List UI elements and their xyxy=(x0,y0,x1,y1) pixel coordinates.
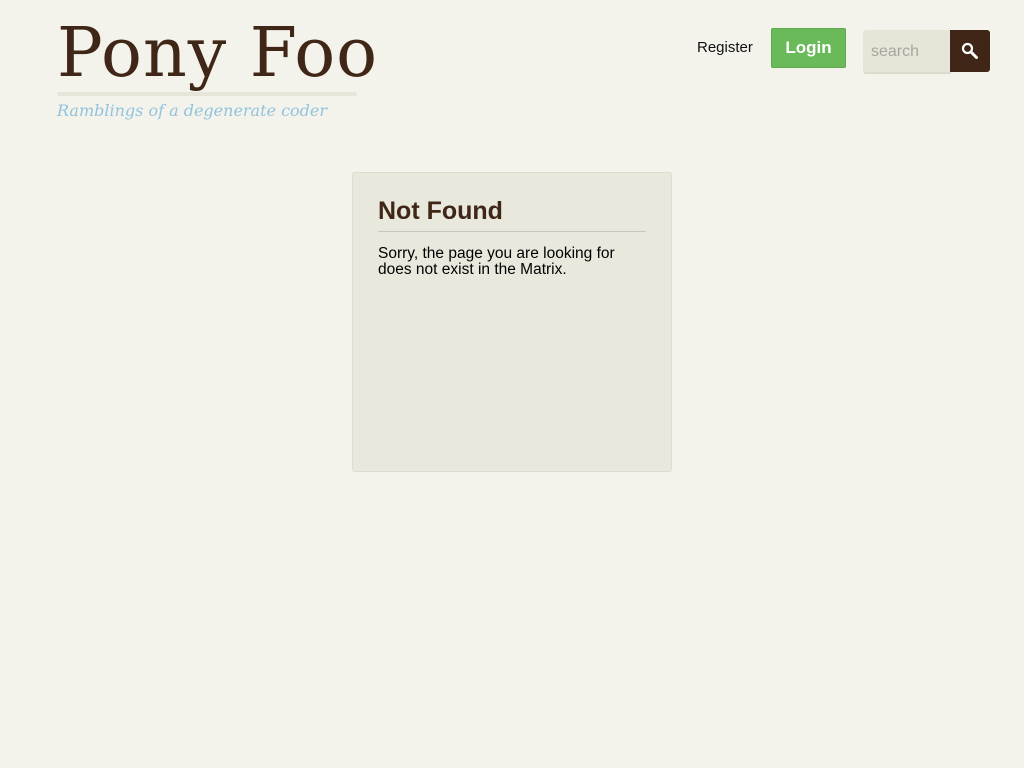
logo-underline xyxy=(57,92,357,96)
search-icon xyxy=(961,42,978,59)
register-link[interactable]: Register xyxy=(697,38,753,58)
site-tagline: Ramblings of a degenerate coder xyxy=(57,101,328,120)
not-found-title: Not Found xyxy=(378,195,646,232)
search-input[interactable] xyxy=(863,30,951,74)
login-button[interactable]: Login xyxy=(771,28,846,68)
not-found-card: Not Found Sorry, the page you are lookin… xyxy=(352,172,672,472)
not-found-message: Sorry, the page you are looking for does… xyxy=(378,245,615,278)
logo-text: Pony Foo xyxy=(57,14,379,93)
search-button[interactable] xyxy=(950,30,990,72)
